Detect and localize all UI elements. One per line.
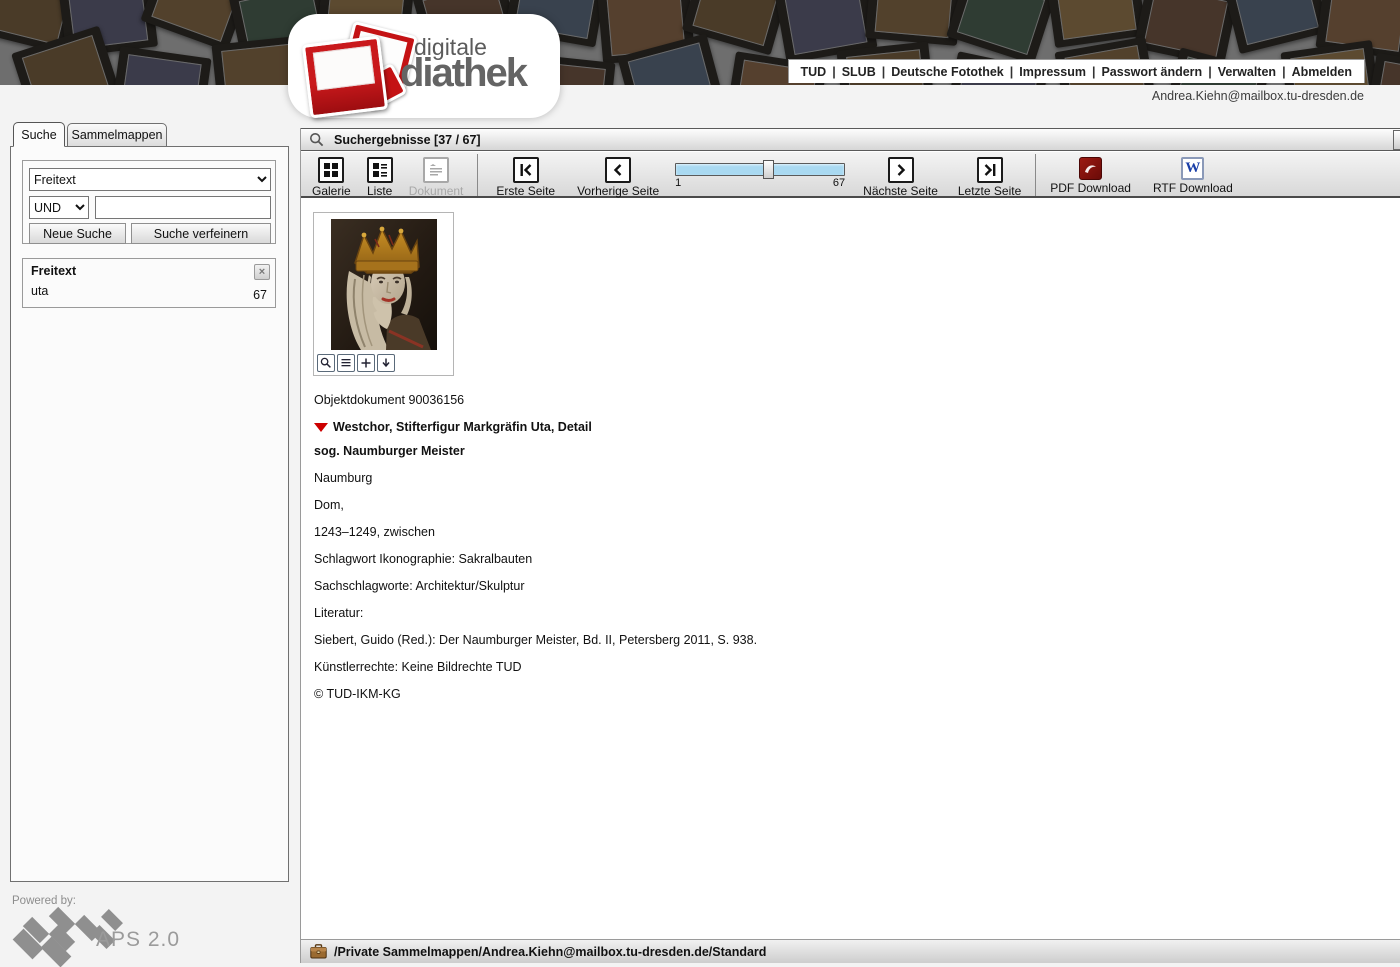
collection-path: /Private Sammelmappen/Andrea.Kiehn@mailb… xyxy=(334,945,766,959)
collapse-triangle-icon[interactable] xyxy=(314,423,328,432)
gallery-grid-icon xyxy=(318,157,344,183)
literature-line: Siebert, Guido (Red.): Der Naumburger Me… xyxy=(314,634,757,647)
last-page-icon xyxy=(977,157,1003,183)
results-title: Suchergebnisse [37 / 67] xyxy=(334,133,481,147)
user-email: Andrea.Kiehn@mailbox.tu-dresden.de xyxy=(1152,89,1364,103)
nav-separator: | xyxy=(1208,65,1212,79)
pdf-icon xyxy=(1079,157,1102,180)
next-page-button[interactable]: Nächste Seite xyxy=(863,157,938,198)
remove-filter-button[interactable]: × xyxy=(254,264,270,280)
nav-link-impressum[interactable]: Impressum xyxy=(1019,65,1086,79)
document-view-icon xyxy=(423,157,449,183)
rights-line: Künstlerrechte: Keine Bildrechte TUD xyxy=(314,661,757,674)
document-metadata: Objektdokument 90036156 Westchor, Stifte… xyxy=(314,394,757,715)
nav-separator: | xyxy=(1010,65,1014,79)
list-view-icon xyxy=(367,157,393,183)
page-slider-handle[interactable] xyxy=(763,160,774,179)
results-main-area: Suchergebnisse [37 / 67] Galerie Liste D… xyxy=(300,128,1400,963)
nav-link-verwalten[interactable]: Verwalten xyxy=(1218,65,1276,79)
slider-max-label: 67 xyxy=(833,177,845,189)
search-term-input[interactable] xyxy=(95,196,271,219)
result-thumbnail-card xyxy=(313,212,454,376)
nav-separator: | xyxy=(832,65,836,79)
literature-label: Literatur: xyxy=(314,607,757,620)
app-logo: digitale diathek xyxy=(288,14,560,118)
results-title-bar: Suchergebnisse [37 / 67] xyxy=(301,128,1400,151)
prev-page-button[interactable]: Vorherige Seite xyxy=(577,157,659,198)
briefcase-icon xyxy=(310,944,327,959)
top-nav-bar: TUD | SLUB | Deutsche Fotothek | Impressum |… xyxy=(788,59,1366,83)
nav-link-fotothek[interactable]: Deutsche Fotothek xyxy=(891,65,1004,79)
filter-result-count: 67 xyxy=(253,288,267,302)
thumb-download-button[interactable] xyxy=(377,354,395,372)
search-form: Freitext UND Neue Suche Suche verfeinern xyxy=(22,160,276,244)
iconography-line: Schlagwort Ikonographie: Sakralbauten xyxy=(314,553,757,566)
logo-text-diathek: diathek xyxy=(400,53,526,93)
first-page-icon xyxy=(513,157,539,183)
nav-separator: | xyxy=(882,65,886,79)
search-panel: Freitext UND Neue Suche Suche verfeinern… xyxy=(10,146,289,882)
thumb-detail-button[interactable] xyxy=(337,354,355,372)
rtf-download-button[interactable]: W RTF Download xyxy=(1153,157,1233,195)
subject-keywords-line: Sachschlagworte: Architektur/Skulptur xyxy=(314,580,757,593)
building-line: Dom, xyxy=(314,499,757,512)
new-search-button[interactable]: Neue Suche xyxy=(29,223,126,244)
pdf-download-button[interactable]: PDF Download xyxy=(1050,157,1131,195)
copyright-line: © TUD-IKM-KG xyxy=(314,688,757,701)
tab-sammelmappen[interactable]: Sammelmappen xyxy=(67,123,167,147)
nav-separator: | xyxy=(1092,65,1096,79)
search-field-select[interactable]: Freitext xyxy=(29,168,271,191)
thumb-zoom-button[interactable] xyxy=(317,354,335,372)
document-content: Objektdokument 90036156 Westchor, Stifte… xyxy=(301,198,1400,939)
filter-field-label: Freitext xyxy=(31,264,76,278)
location-line: Naumburg xyxy=(314,472,757,485)
status-bar: /Private Sammelmappen/Andrea.Kiehn@mailb… xyxy=(301,939,1400,963)
nav-link-abmelden[interactable]: Abmelden xyxy=(1292,65,1352,79)
document-view-button: Dokument xyxy=(409,157,464,198)
uta-statue-thumbnail[interactable] xyxy=(331,219,437,350)
word-icon: W xyxy=(1181,157,1204,180)
nav-link-slub[interactable]: SLUB xyxy=(842,65,876,79)
slider-min-label: 1 xyxy=(675,177,681,189)
slides-logo-icon xyxy=(304,26,404,112)
chevron-right-icon xyxy=(888,157,914,183)
object-id: Objektdokument 90036156 xyxy=(314,394,757,407)
page-slider: 1 67 xyxy=(675,157,845,189)
document-title-line: Westchor, Stifterfigur Markgräfin Uta, D… xyxy=(314,421,757,434)
nav-link-tud[interactable]: TUD xyxy=(801,65,827,79)
page-slider-track[interactable] xyxy=(675,163,845,176)
first-page-button[interactable]: Erste Seite xyxy=(496,157,555,198)
powered-by-label: Powered by: xyxy=(12,895,76,907)
search-operator-select[interactable]: UND xyxy=(29,196,89,219)
artist-line: sog. Naumburger Meister xyxy=(314,445,757,458)
refine-search-button[interactable]: Suche verfeinern xyxy=(131,223,271,244)
text-lines-icon xyxy=(340,357,352,369)
filter-term: uta xyxy=(31,284,48,298)
last-page-button[interactable]: Letzte Seite xyxy=(958,157,1021,198)
list-view-button[interactable]: Liste xyxy=(367,157,393,198)
gallery-view-button[interactable]: Galerie xyxy=(312,157,351,198)
magnifier-icon xyxy=(320,357,332,369)
download-arrow-icon xyxy=(380,357,392,369)
tab-suche[interactable]: Suche xyxy=(13,122,65,147)
chevron-left-icon xyxy=(605,157,631,183)
aps-logo-label: APS 2.0 xyxy=(96,928,180,952)
active-filter-box: Freitext × uta 67 xyxy=(22,258,276,308)
nav-separator: | xyxy=(1282,65,1286,79)
nav-link-passwort[interactable]: Passwort ändern xyxy=(1101,65,1202,79)
results-toolbar: Galerie Liste Dokument Erste Seite xyxy=(301,152,1400,198)
date-line: 1243–1249, zwischen xyxy=(314,526,757,539)
toolbar-separator xyxy=(1035,154,1036,196)
titlebar-edge-button[interactable] xyxy=(1393,130,1400,150)
thumb-add-button[interactable] xyxy=(357,354,375,372)
plus-icon xyxy=(360,357,372,369)
search-icon xyxy=(309,132,325,148)
toolbar-separator xyxy=(477,154,478,196)
